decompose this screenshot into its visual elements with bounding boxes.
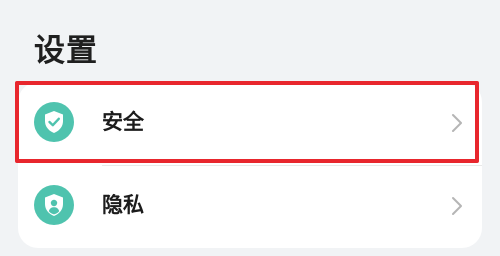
chevron-right-icon xyxy=(452,197,462,215)
page-title: 设置 xyxy=(34,33,98,69)
settings-item-label: 隐私 xyxy=(102,193,144,217)
settings-item-label: 安全 xyxy=(102,110,144,134)
settings-card: 安全 隐私 xyxy=(18,82,482,248)
shield-person-icon xyxy=(34,185,74,225)
settings-item-security[interactable]: 安全 xyxy=(18,82,482,165)
shield-check-icon xyxy=(34,102,74,142)
chevron-right-icon xyxy=(452,114,462,132)
settings-item-privacy[interactable]: 隐私 xyxy=(18,165,482,248)
